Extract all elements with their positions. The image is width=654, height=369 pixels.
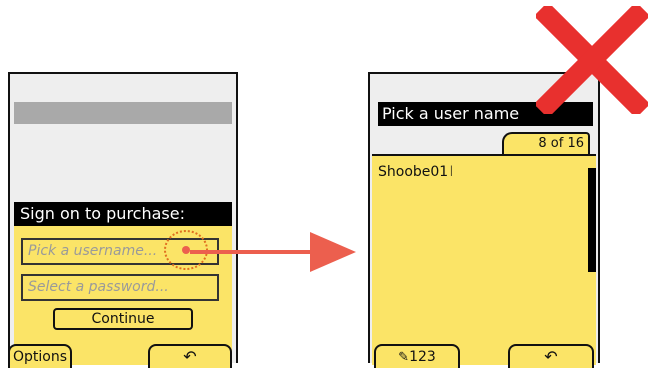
gray-header-bar xyxy=(14,102,232,124)
text-cursor-icon: I xyxy=(449,164,454,180)
text-entry-area[interactable]: Shoobe01I xyxy=(372,154,596,365)
back-icon: ↶ xyxy=(183,347,197,366)
input-mode-softkey[interactable]: ✎123 xyxy=(374,344,460,368)
transition-arrow-icon xyxy=(190,232,356,272)
left-phone-screen: Sign on to purchase: Pick a username... … xyxy=(8,72,238,368)
back-softkey[interactable]: ↶ xyxy=(148,344,232,368)
options-softkey[interactable]: Options xyxy=(8,344,72,368)
back-icon: ↶ xyxy=(544,347,558,366)
scrollbar[interactable] xyxy=(588,168,596,272)
entered-username: Shoobe01 xyxy=(378,164,449,180)
entered-text: Shoobe01I xyxy=(378,164,453,180)
reject-x-icon xyxy=(536,6,648,114)
right-phone-screen: Pick a user name 8 of 16 Shoobe01I ✎123 … xyxy=(368,72,600,368)
back-softkey[interactable]: ↶ xyxy=(508,344,594,368)
continue-button[interactable]: Continue xyxy=(53,308,193,330)
page-counter-tab: 8 of 16 xyxy=(502,132,590,154)
